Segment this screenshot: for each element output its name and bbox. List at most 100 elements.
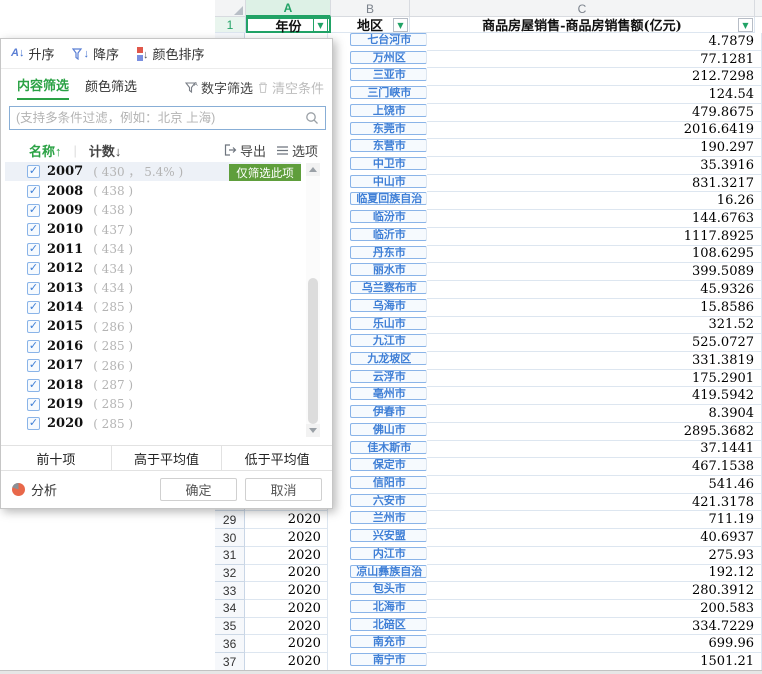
checkbox[interactable]: ✓: [27, 203, 40, 217]
year-cell[interactable]: 2020: [245, 511, 328, 530]
value-cell[interactable]: 40.6937: [426, 529, 762, 547]
region-cell[interactable]: 丽水市: [349, 263, 427, 277]
filter-search-input[interactable]: [10, 111, 305, 125]
region-cell[interactable]: 九龙坡区: [349, 351, 427, 365]
region-cell[interactable]: 云浮市: [349, 369, 427, 383]
row-number-cell[interactable]: 29: [215, 511, 246, 530]
clear-filter-button[interactable]: 清空条件: [257, 78, 324, 97]
region-cell[interactable]: 南宁市: [349, 653, 427, 667]
value-cell[interactable]: 77.1281: [426, 50, 762, 69]
cell-a1-year[interactable]: 年份 ▼: [246, 17, 331, 35]
checkbox[interactable]: ✓: [27, 281, 40, 295]
checkbox[interactable]: ✓: [27, 262, 40, 276]
year-cell[interactable]: 2020: [245, 582, 328, 601]
value-cell[interactable]: 321.52: [426, 316, 762, 335]
row-number-cell[interactable]: 31: [215, 546, 246, 565]
filter-list-item[interactable]: ✓ 2017 ( 286 ): [5, 356, 301, 375]
export-button[interactable]: 导出: [224, 141, 266, 160]
year-cell[interactable]: 2020: [245, 546, 328, 565]
cell-c1-sales[interactable]: 商品房屋销售-商品房销售额(亿元) ▼: [410, 17, 755, 34]
checkbox[interactable]: ✓: [27, 359, 40, 373]
number-filter-button[interactable]: A 数字筛选: [184, 78, 253, 97]
year-cell[interactable]: 2020: [245, 529, 328, 547]
region-cell[interactable]: 东营市: [349, 139, 427, 153]
tab-content-filter[interactable]: 内容筛选: [17, 75, 70, 100]
filter-list-item[interactable]: ✓ 2014 ( 285 ): [5, 298, 301, 317]
checkbox[interactable]: ✓: [27, 397, 40, 411]
region-cell[interactable]: 亳州市: [349, 387, 427, 401]
scroll-down-icon[interactable]: [306, 424, 320, 437]
checkbox[interactable]: ✓: [27, 184, 40, 198]
sort-by-color-button[interactable]: ↓ 颜色排序: [136, 44, 205, 63]
scrollbar-thumb[interactable]: [308, 278, 318, 424]
value-cell[interactable]: 124.54: [426, 86, 762, 104]
region-cell[interactable]: 东莞市: [349, 121, 427, 135]
value-cell[interactable]: 8.3904: [426, 405, 762, 423]
value-cell[interactable]: 831.3217: [426, 174, 762, 193]
value-cell[interactable]: 334.7229: [426, 617, 762, 636]
filter-only-this-tooltip[interactable]: 仅筛选此项: [229, 164, 301, 181]
checkbox[interactable]: ✓: [27, 165, 40, 179]
value-cell[interactable]: 331.3819: [426, 351, 762, 370]
year-cell[interactable]: 2020: [245, 564, 328, 583]
region-cell[interactable]: 伊春市: [349, 405, 427, 419]
value-cell[interactable]: 275.93: [426, 546, 762, 565]
above-average-button[interactable]: 高于平均值: [112, 446, 223, 470]
region-cell[interactable]: 中山市: [349, 174, 427, 188]
year-cell[interactable]: 2020: [245, 617, 328, 636]
checkbox[interactable]: ✓: [27, 320, 40, 334]
region-cell[interactable]: 保定市: [349, 458, 427, 472]
filter-list-item[interactable]: ✓ 2013 ( 434 ): [5, 278, 301, 297]
region-cell[interactable]: 凉山彝族自治: [349, 564, 427, 578]
sort-descending-button[interactable]: ↓ 降序: [72, 44, 119, 63]
row-number-cell[interactable]: 35: [215, 617, 246, 636]
row-number-1[interactable]: 1: [215, 17, 246, 33]
select-all-corner[interactable]: [215, 0, 246, 17]
filter-list-item[interactable]: ✓ 2010 ( 437 ): [5, 220, 301, 239]
tab-color-filter[interactable]: 颜色筛选: [85, 76, 137, 99]
filter-list-item[interactable]: ✓ 2015 ( 286 ): [5, 317, 301, 336]
value-cell[interactable]: 711.19: [426, 511, 762, 530]
row-number-cell[interactable]: 33: [215, 582, 246, 601]
cell-b1-region[interactable]: 地区 ▼: [331, 17, 410, 34]
region-cell[interactable]: 万州区: [349, 50, 427, 64]
value-cell[interactable]: 479.8675: [426, 103, 762, 122]
filter-list-item[interactable]: ✓ 2012 ( 434 ): [5, 259, 301, 278]
value-cell[interactable]: 37.1441: [426, 440, 762, 459]
row-number-cell[interactable]: 32: [215, 564, 246, 583]
filter-dropdown-region-icon[interactable]: ▼: [393, 17, 408, 32]
value-cell[interactable]: 419.5942: [426, 387, 762, 406]
region-cell[interactable]: 临夏回族自治: [349, 192, 427, 206]
region-cell[interactable]: 佳木斯市: [349, 440, 427, 454]
region-cell[interactable]: 中卫市: [349, 157, 427, 171]
region-cell[interactable]: 临沂市: [349, 227, 427, 241]
ok-button[interactable]: 确定: [160, 478, 237, 501]
filter-list-item[interactable]: ✓ 2011 ( 434 ): [5, 240, 301, 259]
sort-by-name-button[interactable]: 名称↑: [29, 141, 62, 160]
value-cell[interactable]: 212.7298: [426, 68, 762, 87]
row-number-cell[interactable]: 34: [215, 600, 246, 618]
filter-list-item[interactable]: ✓ 2018 ( 287 ): [5, 375, 301, 394]
filter-dropdown-sales-icon[interactable]: ▼: [738, 17, 753, 32]
value-cell[interactable]: 541.46: [426, 476, 762, 494]
value-cell[interactable]: 2016.6419: [426, 121, 762, 140]
checkbox[interactable]: ✓: [27, 242, 40, 256]
region-cell[interactable]: 北海市: [349, 600, 427, 614]
value-cell[interactable]: 16.26: [426, 192, 762, 211]
value-cell[interactable]: 144.6763: [426, 210, 762, 228]
region-cell[interactable]: 三门峡市: [349, 86, 427, 100]
filter-list-item[interactable]: ✓ 2009 ( 438 ): [5, 201, 301, 220]
value-cell[interactable]: 35.3916: [426, 157, 762, 175]
region-cell[interactable]: 乌兰察布市: [349, 281, 427, 295]
sort-ascending-button[interactable]: A ↓ 升序: [11, 44, 54, 63]
value-cell[interactable]: 200.583: [426, 600, 762, 618]
options-button[interactable]: 选项: [276, 141, 318, 160]
region-cell[interactable]: 临汾市: [349, 210, 427, 224]
year-cell[interactable]: 2020: [245, 635, 328, 654]
region-cell[interactable]: 九江市: [349, 334, 427, 348]
row-number-cell[interactable]: 37: [215, 653, 246, 671]
year-cell[interactable]: 2020: [245, 653, 328, 671]
value-cell[interactable]: 45.9326: [426, 281, 762, 299]
region-cell[interactable]: 六安市: [349, 493, 427, 507]
region-cell[interactable]: 北碚区: [349, 617, 427, 631]
